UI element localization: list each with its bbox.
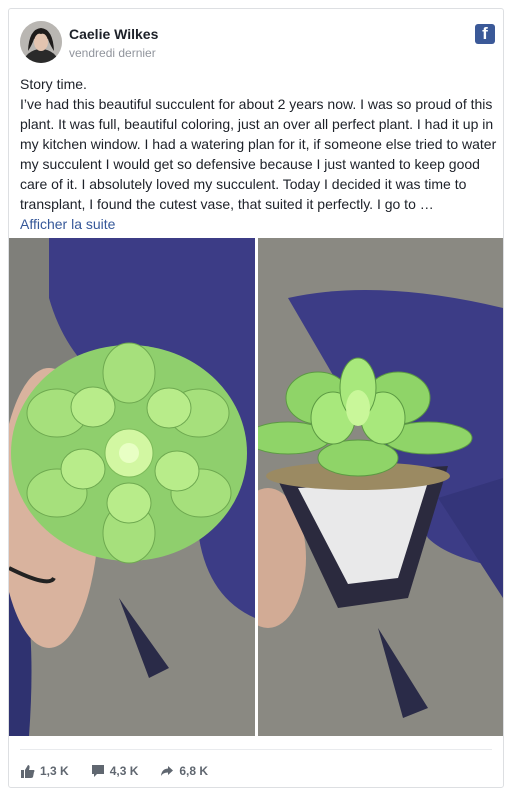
thumbs-up-icon xyxy=(21,765,35,778)
post-body: I’ve had this beautiful succulent for ab… xyxy=(20,96,497,212)
like-stat[interactable]: 1,3 K xyxy=(21,764,69,778)
footer-divider xyxy=(20,749,492,750)
post-text-line: I’ve had this beautiful succulent for ab… xyxy=(20,94,498,214)
succulent-in-hand-photo[interactable] xyxy=(9,238,255,736)
comment-count: 4,3 K xyxy=(109,764,139,778)
comment-stat[interactable]: 4,3 K xyxy=(91,764,139,778)
author-name[interactable]: Caelie Wilkes xyxy=(69,26,158,42)
post-header: Caelie Wilkes vendredi dernier f xyxy=(20,21,495,63)
see-more-row: Afficher la suite xyxy=(20,214,498,234)
post-text-line: Story time. xyxy=(20,76,87,92)
engagement-stats: 1,3 K 4,3 K 6,8 K xyxy=(21,761,230,781)
share-count: 6,8 K xyxy=(179,764,209,778)
post-text: Story time. I’ve had this beautiful succ… xyxy=(20,74,498,234)
facebook-post-card: Caelie Wilkes vendredi dernier f Story t… xyxy=(8,8,504,788)
post-timestamp[interactable]: vendredi dernier xyxy=(69,46,156,60)
facebook-icon[interactable]: f xyxy=(475,24,495,44)
share-icon xyxy=(161,766,174,776)
see-more-link[interactable]: Afficher la suite xyxy=(20,216,115,232)
avatar[interactable] xyxy=(20,21,62,63)
comment-icon xyxy=(91,765,104,777)
photo-grid xyxy=(9,238,503,736)
like-count: 1,3 K xyxy=(40,764,69,778)
share-stat[interactable]: 6,8 K xyxy=(160,764,208,778)
succulent-in-pot-photo[interactable] xyxy=(258,238,503,736)
